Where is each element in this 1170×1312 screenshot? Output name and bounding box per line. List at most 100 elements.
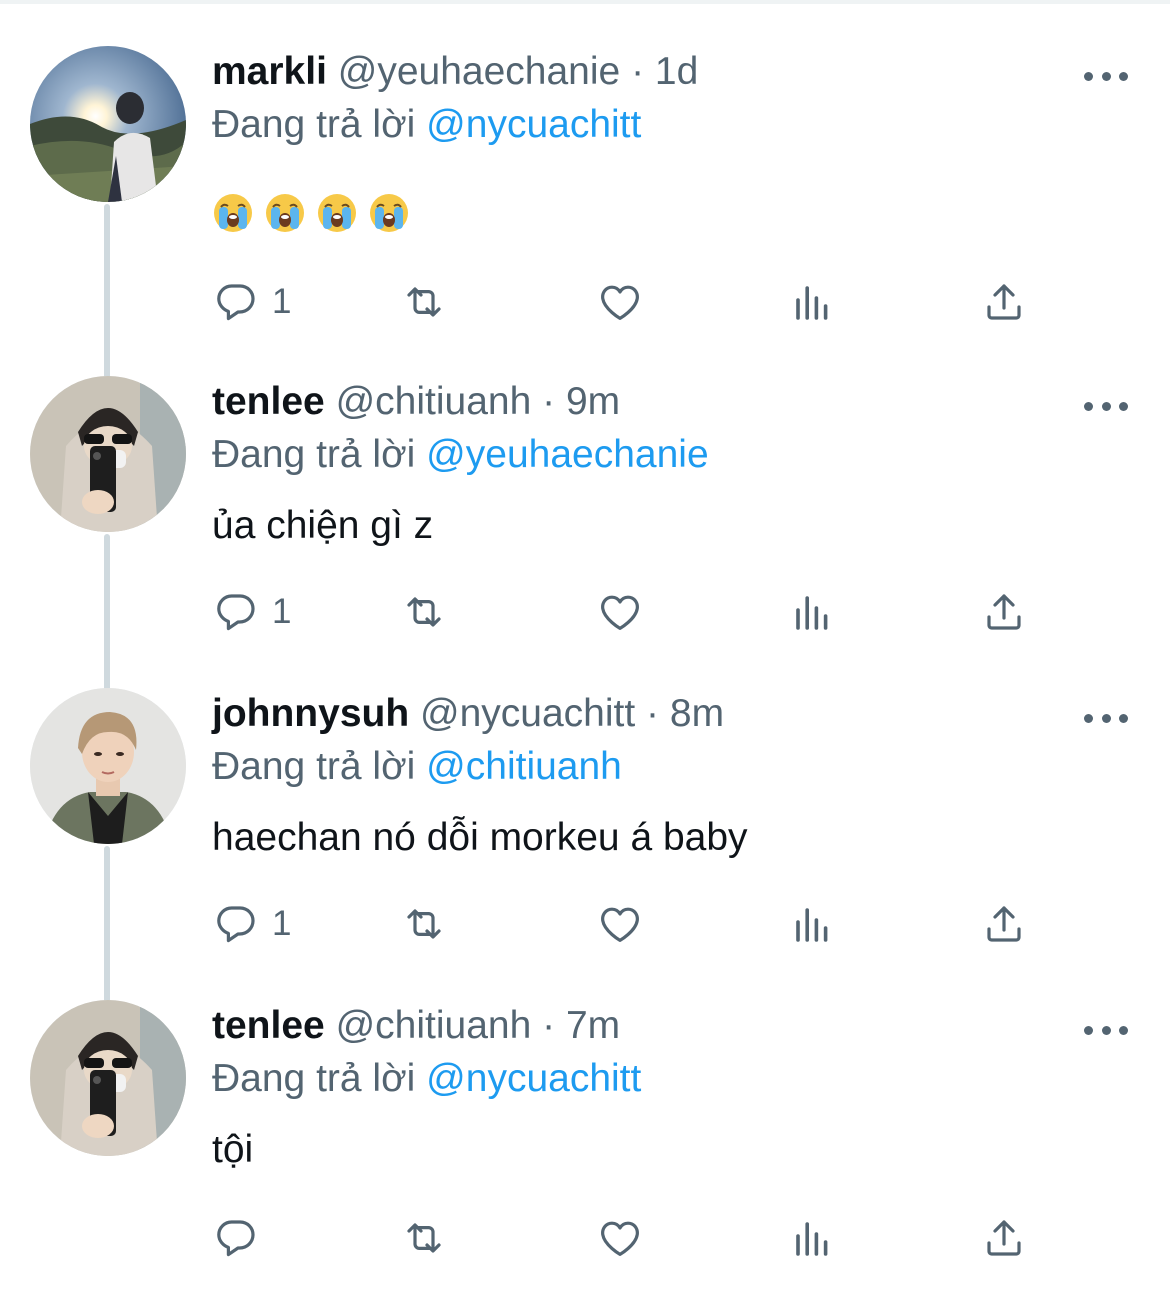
retweet-arrows-icon bbox=[407, 597, 441, 627]
timestamp[interactable]: 1d bbox=[655, 50, 698, 93]
handle[interactable]: @nycuachitt bbox=[420, 692, 635, 735]
share-button[interactable] bbox=[980, 896, 1028, 952]
mention-link[interactable]: @yeuhaechanie bbox=[426, 433, 708, 476]
tweet-item[interactable]: markli @yeuhaechanie · 1d Đang trả lời @… bbox=[0, 46, 1170, 384]
speech-bubble-icon bbox=[217, 594, 255, 631]
tweet-item[interactable]: tenlee @chitiuanh · 7m Đang trả lời @nyc… bbox=[0, 1000, 1170, 1312]
reply-button[interactable]: 1 bbox=[212, 896, 291, 952]
bar-chart-icon bbox=[796, 596, 828, 630]
tweet-text: tội bbox=[212, 1128, 254, 1171]
timestamp[interactable]: 7m bbox=[566, 1004, 620, 1047]
retweet-arrows-icon bbox=[407, 1223, 441, 1253]
reply-count: 1 bbox=[272, 904, 292, 943]
display-name[interactable]: johnnysuh bbox=[212, 692, 409, 735]
mention-link[interactable]: @chitiuanh bbox=[426, 745, 622, 788]
loudly-crying-face-emoji bbox=[214, 194, 252, 232]
more-dot bbox=[1101, 401, 1111, 411]
more-dot bbox=[1119, 401, 1128, 411]
more-dot bbox=[1084, 71, 1093, 81]
action-bar: 1 bbox=[212, 274, 1072, 330]
more-dot bbox=[1119, 713, 1128, 723]
timestamp[interactable]: 8m bbox=[670, 692, 724, 735]
action-bar bbox=[212, 1210, 1072, 1266]
avatar[interactable] bbox=[30, 1000, 186, 1156]
separator: · bbox=[646, 692, 660, 735]
views-button[interactable] bbox=[788, 584, 836, 640]
retweet-button[interactable] bbox=[400, 896, 448, 952]
heart-outline-icon bbox=[601, 1221, 639, 1256]
like-button[interactable] bbox=[596, 274, 644, 330]
views-button[interactable] bbox=[788, 896, 836, 952]
like-button[interactable] bbox=[596, 1210, 644, 1266]
speech-bubble-icon bbox=[217, 1220, 255, 1257]
replying-to: Đang trả lời @nycuachitt bbox=[212, 1055, 641, 1103]
avatar[interactable] bbox=[30, 46, 186, 202]
mention-link[interactable]: @nycuachitt bbox=[426, 103, 641, 146]
bar-chart-icon bbox=[796, 1222, 828, 1256]
views-button[interactable] bbox=[788, 274, 836, 330]
tweet-item[interactable]: tenlee @chitiuanh · 9m Đang trả lời @yeu… bbox=[0, 376, 1170, 694]
retweet-button[interactable] bbox=[400, 584, 448, 640]
replying-to: Đang trả lời @nycuachitt bbox=[212, 101, 641, 149]
share-button[interactable] bbox=[980, 1210, 1028, 1266]
avatar[interactable] bbox=[30, 688, 186, 844]
more-dot bbox=[1084, 401, 1093, 411]
more-dot bbox=[1119, 1025, 1128, 1035]
thread-line bbox=[104, 534, 110, 694]
share-button[interactable] bbox=[980, 274, 1028, 330]
display-name[interactable]: tenlee bbox=[212, 1004, 325, 1047]
separator: · bbox=[542, 380, 556, 423]
tweet-header: johnnysuh @nycuachitt · 8m bbox=[212, 690, 724, 738]
more-button[interactable] bbox=[1084, 64, 1128, 88]
retweet-button[interactable] bbox=[400, 274, 448, 330]
timestamp[interactable]: 9m bbox=[566, 380, 620, 423]
more-dot bbox=[1101, 71, 1111, 81]
reply-button[interactable]: 1 bbox=[212, 584, 291, 640]
separator: · bbox=[631, 50, 645, 93]
tweet-header: markli @yeuhaechanie · 1d bbox=[212, 48, 698, 96]
retweet-arrows-icon bbox=[407, 909, 441, 939]
reply-button[interactable]: 1 bbox=[212, 274, 291, 330]
more-dot bbox=[1119, 71, 1128, 81]
replying-prefix: Đang trả lời bbox=[212, 1057, 416, 1100]
loudly-crying-face-emoji bbox=[266, 194, 304, 232]
more-dot bbox=[1084, 713, 1093, 723]
speech-bubble-icon bbox=[217, 906, 255, 943]
handle[interactable]: @yeuhaechanie bbox=[338, 50, 620, 93]
replying-prefix: Đang trả lời bbox=[212, 745, 416, 788]
heart-outline-icon bbox=[601, 595, 639, 630]
action-bar: 1 bbox=[212, 896, 1072, 952]
like-button[interactable] bbox=[596, 584, 644, 640]
thread-line bbox=[104, 204, 110, 384]
like-button[interactable] bbox=[596, 896, 644, 952]
more-button[interactable] bbox=[1084, 706, 1128, 730]
more-button[interactable] bbox=[1084, 394, 1128, 418]
share-button[interactable] bbox=[980, 584, 1028, 640]
tweet-header: tenlee @chitiuanh · 9m bbox=[212, 378, 620, 426]
display-name[interactable]: markli bbox=[212, 50, 327, 93]
more-dot bbox=[1101, 1025, 1111, 1035]
mention-link[interactable]: @nycuachitt bbox=[426, 1057, 641, 1100]
tweet-emojis bbox=[212, 192, 410, 236]
views-button[interactable] bbox=[788, 1210, 836, 1266]
heart-outline-icon bbox=[601, 285, 639, 320]
avatar[interactable] bbox=[30, 376, 186, 532]
reply-button[interactable] bbox=[212, 1210, 272, 1266]
replying-prefix: Đang trả lời bbox=[212, 433, 416, 476]
more-button[interactable] bbox=[1084, 1018, 1128, 1042]
tweet-text: haechan nó dỗi morkeu á baby bbox=[212, 816, 748, 859]
thread-line bbox=[104, 846, 110, 1006]
tweet-text: ủa chiện gì z bbox=[212, 504, 434, 547]
retweet-arrows-icon bbox=[407, 287, 441, 317]
share-upload-icon bbox=[987, 906, 1021, 942]
share-upload-icon bbox=[987, 284, 1021, 320]
reply-count: 1 bbox=[272, 282, 292, 321]
replying-to: Đang trả lời @yeuhaechanie bbox=[212, 431, 709, 479]
action-bar: 1 bbox=[212, 584, 1072, 640]
tweet-item[interactable]: johnnysuh @nycuachitt · 8m Đang trả lời … bbox=[0, 688, 1170, 1006]
handle[interactable]: @chitiuanh bbox=[336, 380, 532, 423]
handle[interactable]: @chitiuanh bbox=[336, 1004, 532, 1047]
top-divider bbox=[0, 0, 1170, 4]
display-name[interactable]: tenlee bbox=[212, 380, 325, 423]
retweet-button[interactable] bbox=[400, 1210, 448, 1266]
